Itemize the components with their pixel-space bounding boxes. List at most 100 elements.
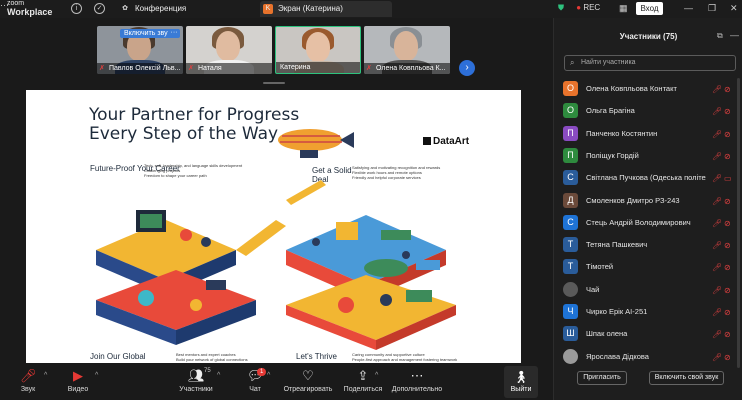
more-label: Дополнительно: [391, 386, 443, 393]
tab-screen-share[interactable]: K Экран (Катерина): [260, 1, 392, 17]
video-button[interactable]: ▶︎ Видео: [64, 368, 92, 393]
info-icon[interactable]: i: [71, 3, 82, 14]
react-button[interactable]: ♡ Отреагировать: [283, 368, 333, 393]
camera-off-icon: ⊘: [724, 308, 731, 317]
camera-off-icon: ⊘: [724, 107, 731, 117]
login-button[interactable]: Вход: [636, 2, 663, 15]
avatar: С: [563, 170, 578, 186]
participant-row[interactable]: С Стець Андрій Володимирович 🎤︎ ⊘: [554, 212, 735, 234]
chevron-up-icon: ^: [267, 372, 271, 379]
leave-label: Выйти: [510, 386, 532, 393]
tab-conference[interactable]: ✿ Конференция: [117, 1, 257, 17]
section-list: Best mentors and expert coaches Build yo…: [176, 352, 286, 362]
camera-off-icon: ⊘: [724, 85, 731, 94]
avatar: [563, 281, 578, 297]
unmute-button[interactable]: Включить звук: [120, 29, 175, 38]
popout-icon[interactable]: ⧉: [717, 31, 723, 41]
avatar: О: [563, 103, 578, 119]
panel-title: Участники (75): [619, 32, 678, 41]
participant-row[interactable]: Ш Шпак олена 🎤︎ ⊘: [554, 323, 735, 345]
mic-muted-icon: 🎤︎: [712, 129, 723, 139]
tile-face: [394, 31, 418, 61]
participant-row[interactable]: П Поліщук Гордій 🎤︎ ⊘: [554, 145, 735, 167]
chevron-up-icon: ^: [44, 372, 48, 379]
minimize-icon[interactable]: —: [684, 3, 693, 13]
mic-muted-icon: 🎤︎: [712, 241, 723, 251]
tile-name: Наталя: [186, 63, 272, 74]
camera-off-icon: ⊘: [724, 196, 731, 206]
leave-button[interactable]: 🚶︎ Выйти: [504, 366, 538, 398]
participant-name: Смоленков Дмитро РЗ-243: [586, 195, 680, 205]
video-tile[interactable]: Олена Ковпльова К... ✗: [364, 26, 450, 74]
poster-title: Your Partner for Progress Every Step of …: [89, 106, 299, 144]
section-title-text: Let's Thrive: [296, 352, 337, 361]
chevron-up-icon: ^: [375, 372, 379, 379]
avatar: [563, 348, 578, 364]
react-label: Отреагировать: [283, 386, 333, 393]
avatar: Ч: [563, 304, 578, 319]
participant-row[interactable]: Т Тімотей 🎤︎ ⊘: [554, 256, 735, 278]
video-tile-active-speaker[interactable]: Катерина: [275, 26, 361, 74]
video-label: Видео: [67, 386, 89, 393]
resize-handle[interactable]: [263, 82, 285, 84]
rec-dot-icon: ●: [576, 3, 582, 12]
participant-row[interactable]: Д Смоленков Дмитро РЗ-243 🎤︎ ⊘: [554, 190, 735, 212]
share-screen-icon: ⇪: [357, 368, 369, 383]
participant-row[interactable]: Т Тетяна Пашкевич 🎤︎ ⊘: [554, 234, 735, 256]
mic-muted-icon: ✗: [366, 65, 372, 72]
participant-row[interactable]: Ч Чирко Ерік АІ-251 🎤︎ ⊘: [554, 301, 735, 323]
calendar-icon[interactable]: ▦: [619, 3, 628, 14]
audio-button[interactable]: 🎤︎ Звук: [14, 368, 42, 393]
participant-search-input[interactable]: ⌕ Найти участника: [564, 55, 736, 71]
chevron-up-icon: ^: [217, 372, 221, 379]
chevron-right-icon[interactable]: ›: [459, 60, 475, 76]
tile-face: [216, 31, 240, 61]
camera-off-icon: ⊘: [724, 352, 731, 362]
video-tile[interactable]: Наталя ✗: [186, 26, 272, 74]
section-list: Tech, soft, leadership, and language ski…: [144, 163, 254, 178]
camera-off-icon: ⊘: [724, 129, 731, 139]
participant-row[interactable]: О Олена Ковпльова Контакт 🎤︎ ⊘: [554, 78, 735, 100]
participant-row[interactable]: Ярослава Дідкова 🎤︎ ⊘: [554, 346, 735, 368]
close-window-icon[interactable]: ✕: [730, 3, 738, 14]
participant-name: Тімотей: [586, 262, 614, 272]
panel-scrollbar[interactable]: [737, 78, 740, 368]
participant-row[interactable]: Чай 🎤︎ ⊘: [554, 279, 735, 301]
participant-row[interactable]: С Світлана Пучкова (Одеська політех... 🎤︎ ▭: [554, 167, 735, 189]
avatar: П: [563, 125, 578, 141]
unmute-self-button[interactable]: Включить свой звук: [649, 371, 724, 385]
chevron-up-icon: ^: [95, 372, 99, 379]
dataart-logo-mark: [423, 137, 431, 145]
participant-row[interactable]: П Панченко Костянтин 🎤︎ ⊘: [554, 123, 735, 145]
video-strip: Включить звук ··· Павлов Олексій Льв... …: [0, 18, 553, 80]
avatar: Ш: [563, 326, 578, 342]
app-logo: zoom Workplace: [7, 0, 52, 17]
title-bar: zoom Workplace i ✓ ✿ Конференция K Экран…: [0, 0, 742, 18]
close-icon[interactable]: —: [730, 30, 739, 40]
dataart-logo-text: DataArt: [433, 136, 470, 147]
mic-muted-icon: 🎤︎: [20, 368, 37, 383]
office-illustration: [96, 180, 456, 350]
mic-muted-icon: 🎤︎: [712, 308, 723, 317]
tab-screen-avatar: K: [263, 4, 273, 14]
participant-row[interactable]: О Ольга Брагіна 🎤︎ ⊘: [554, 100, 735, 122]
participants-button[interactable]: 👥︎ Участники 75: [176, 368, 216, 393]
video-tile[interactable]: Включить звук ··· Павлов Олексій Льв... …: [97, 26, 183, 74]
maximize-icon[interactable]: ❐: [708, 3, 716, 14]
heart-icon: ♡: [302, 368, 314, 383]
mic-muted-icon: 🎤︎: [712, 352, 723, 362]
camera-off-icon: ⊘: [724, 218, 731, 228]
chat-button[interactable]: 💬︎ Чат 1: [244, 368, 267, 393]
section-title: Join Our Global: [90, 352, 146, 361]
tile-name-text: Павлов Олексій Льв...: [109, 65, 181, 72]
shield-icon[interactable]: ✓: [94, 3, 105, 14]
camera-icon: ▭: [724, 174, 732, 184]
blimp-illustration: [278, 129, 354, 158]
participant-name: Світлана Пучкова (Одеська політех...: [586, 173, 706, 183]
participant-name: Тетяна Пашкевич: [586, 240, 648, 250]
mic-muted-icon: 🎤︎: [712, 330, 723, 340]
tile-more-icon[interactable]: ···: [168, 29, 180, 38]
more-dots-icon: ⋯: [410, 368, 424, 383]
more-button[interactable]: ⋯ Дополнительно: [390, 368, 444, 393]
invite-button[interactable]: Пригласить: [577, 371, 627, 385]
